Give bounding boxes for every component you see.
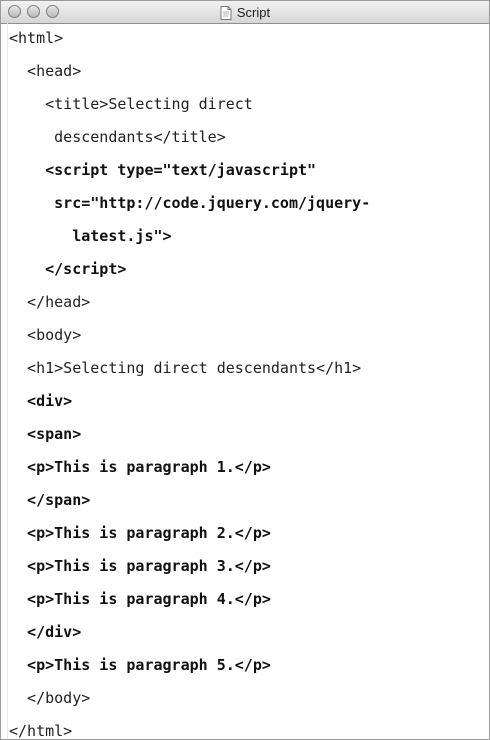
code-line-8: </script> [9,260,127,278]
code-line-22: </html> [9,722,73,740]
code-line-21: </body> [9,689,91,707]
code-line-16: <p>This is paragraph 2.</p> [9,524,271,542]
window-titlebar[interactable]: Script [1,1,489,24]
code-line-1: <html> [9,29,64,47]
code-line-19: </div> [9,623,82,641]
window-title: Script [236,4,271,20]
code-line-11: <h1>Selecting direct descendants</h1> [9,359,362,377]
code-line-18: <p>This is paragraph 4.</p> [9,590,271,608]
code-listing: <html> <head> <title>Selecting direct de… [1,24,489,739]
code-line-5: <script type="text/javascript" [9,161,317,179]
code-line-13: <span> [9,425,82,443]
code-line-3: <title>Selecting direct [9,95,253,113]
code-line-12: <div> [9,392,73,410]
code-line-10: <body> [9,326,82,344]
code-line-15: </span> [9,491,91,509]
script-window: Script <html> <head> <title>Selecting di… [0,0,490,740]
code-line-20: <p>This is paragraph 5.</p> [9,656,271,674]
code-line-6: src="http://code.jquery.com/jquery- [9,194,371,212]
code-line-7: latest.js"> [9,227,172,245]
code-line-17: <p>This is paragraph 3.</p> [9,557,271,575]
code-line-4: descendants</title> [9,128,226,146]
code-line-9: </head> [9,293,91,311]
window-title-group: Script [1,1,489,23]
code-line-2: <head> [9,62,82,80]
code-line-14: <p>This is paragraph 1.</p> [9,458,271,476]
document-icon [220,5,232,20]
